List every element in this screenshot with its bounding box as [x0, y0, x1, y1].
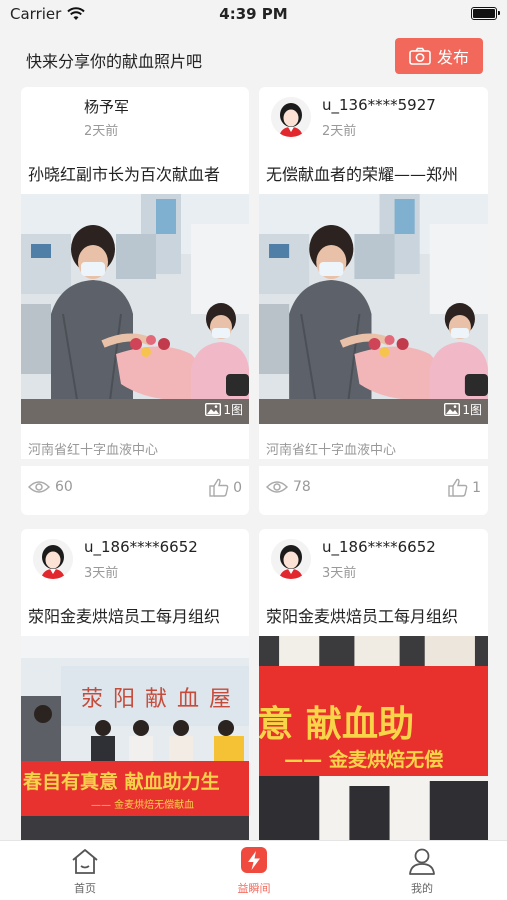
- post-photo[interactable]: 1图: [259, 194, 488, 424]
- photo-image: [259, 194, 488, 424]
- post-stats: 60 0: [21, 469, 249, 509]
- tab-home-label: 首页: [74, 882, 96, 895]
- post-photo[interactable]: 1图: [21, 194, 249, 424]
- tab-profile-label: 我的: [411, 882, 433, 895]
- post-username[interactable]: u_186****6652: [84, 538, 198, 556]
- banner-subtext: —— 金麦烘焙无偿献血: [91, 798, 194, 811]
- post-card-header: u_136****5927 2天前: [259, 87, 488, 145]
- photo-image: 意 献血助 —— 金麦烘焙无偿: [259, 636, 488, 840]
- post-username[interactable]: u_136****5927: [322, 96, 436, 114]
- post-stats: 78 1: [259, 469, 488, 509]
- post-card[interactable]: u_186****6652 3天前 荥阳金麦烘焙员工每月组织 荥阳献血屋 春自有…: [21, 529, 249, 840]
- post-card-header: 杨予军 2天前: [21, 87, 249, 145]
- avatar-image: [271, 97, 311, 137]
- status-time: 4:39 PM: [219, 5, 288, 23]
- photo-count-badge: 1图: [444, 401, 482, 418]
- post-photo[interactable]: 意 献血助 —— 金麦烘焙无偿: [259, 636, 488, 840]
- photo-image: 荥阳献血屋 春自有真意 献血助力生 —— 金麦烘焙无偿献血: [21, 636, 249, 840]
- post-card-header: u_186****6652 3天前: [21, 529, 249, 587]
- photo-count: 1图: [462, 403, 482, 417]
- post-time: 2天前: [84, 124, 119, 139]
- publish-button-label: 发布: [436, 48, 469, 67]
- thumbs-up-icon: [209, 478, 229, 497]
- post-time: 2天前: [322, 124, 357, 139]
- home-icon: [72, 849, 98, 874]
- eye-icon: [28, 481, 50, 493]
- avatar[interactable]: [271, 539, 311, 579]
- wall-sign-text: 荥阳献血屋: [81, 687, 241, 712]
- image-icon: [444, 403, 461, 416]
- tab-profile[interactable]: 我的: [382, 847, 462, 896]
- post-username[interactable]: u_186****6652: [322, 538, 436, 556]
- thumbs-up-icon: [448, 478, 468, 497]
- banner-subtext: —— 金麦烘焙无偿: [284, 748, 443, 771]
- banner-text: 意 献血助: [259, 703, 414, 745]
- avatar[interactable]: [271, 97, 311, 137]
- profile-icon: [409, 848, 435, 875]
- publish-button[interactable]: 发布: [395, 38, 483, 74]
- lightning-icon: [241, 847, 267, 873]
- view-count: 60: [28, 479, 73, 495]
- post-title: 孙晓红副市长为百次献血者: [28, 165, 221, 184]
- post-photo[interactable]: 荥阳献血屋 春自有真意 献血助力生 —— 金麦烘焙无偿献血: [21, 636, 249, 840]
- tab-bar: 首页 益瞬间 我的: [0, 840, 507, 900]
- post-username[interactable]: 杨予军: [84, 96, 129, 117]
- like-count: 1: [472, 479, 481, 496]
- view-count-value: 78: [293, 479, 311, 495]
- post-card[interactable]: 杨予军 2天前 孙晓红副市长为百次献血者 1图 河南省红十字血液中心 60 0: [21, 87, 249, 515]
- post-title: 荥阳金麦烘焙员工每月组织: [28, 607, 221, 626]
- tab-moments-label: 益瞬间: [237, 882, 271, 895]
- card-divider: [259, 459, 488, 466]
- tab-moments[interactable]: 益瞬间: [214, 847, 294, 896]
- post-time: 3天前: [84, 566, 119, 581]
- status-bar: Carrier 4:39 PM: [0, 0, 507, 30]
- avatar[interactable]: [33, 539, 73, 579]
- banner-text: 春自有真意 献血助力生: [23, 770, 220, 793]
- eye-icon: [266, 481, 288, 493]
- photo-image: [21, 194, 249, 424]
- post-card[interactable]: u_186****6652 3天前 荥阳金麦烘焙员工每月组织 意 献血助 —— …: [259, 529, 488, 840]
- tab-home[interactable]: 首页: [45, 847, 125, 896]
- like-button[interactable]: 1: [448, 478, 481, 497]
- post-organization: 河南省红十字血液中心: [28, 443, 159, 458]
- post-title: 荥阳金麦烘焙员工每月组织: [266, 607, 459, 626]
- photo-count: 1图: [223, 403, 243, 417]
- post-card[interactable]: u_136****5927 2天前 无偿献血者的荣耀——郑州 1图 河南省红十字…: [259, 87, 488, 515]
- view-count-value: 60: [55, 479, 73, 495]
- post-time: 3天前: [322, 566, 357, 581]
- like-count: 0: [233, 479, 242, 496]
- post-organization: 河南省红十字血液中心: [266, 443, 397, 458]
- view-count: 78: [266, 479, 311, 495]
- page-title: 快来分享你的献血照片吧: [26, 52, 203, 71]
- battery-icon: [471, 7, 500, 20]
- card-divider: [21, 459, 249, 466]
- post-card-header: u_186****6652 3天前: [259, 529, 488, 587]
- avatar-image: [271, 539, 311, 579]
- photo-count-badge: 1图: [205, 401, 243, 418]
- header: 快来分享你的献血照片吧 发布: [0, 36, 507, 80]
- camera-icon: [409, 47, 431, 65]
- like-button[interactable]: 0: [209, 478, 242, 497]
- avatar-image: [33, 539, 73, 579]
- image-icon: [205, 403, 222, 416]
- avatar[interactable]: [33, 97, 73, 137]
- post-title: 无偿献血者的荣耀——郑州: [266, 165, 459, 184]
